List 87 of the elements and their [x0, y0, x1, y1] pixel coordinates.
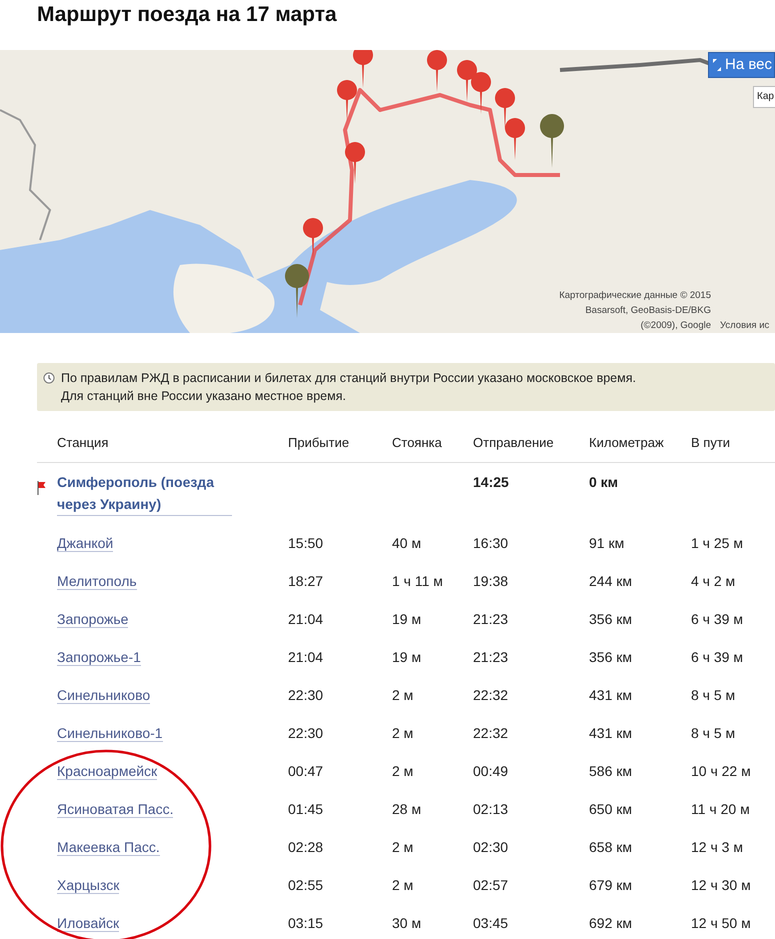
map-attribution: Basarsoft, GeoBasis-DE/BKG [585, 304, 711, 318]
clock-icon [43, 372, 55, 384]
table-cell: 4 ч 2 м [691, 573, 736, 589]
column-header: В пути [691, 434, 732, 452]
notice-text: Для станций вне России указано местное время. [61, 388, 347, 405]
table-cell: 02:55 [288, 877, 324, 893]
notice-text: По правилам РЖД в расписании и билетах для станций внутри России указано московское время. [61, 370, 636, 387]
table-cell: 03:45 [473, 915, 508, 931]
table-cell: 00:49 [473, 763, 508, 779]
table-cell: 21:23 [473, 611, 508, 627]
table-cell: 12 ч 3 м [691, 839, 743, 855]
terms-link[interactable]: Условия ис [720, 318, 770, 333]
table-cell: 15:50 [288, 535, 324, 551]
table-cell: 18:27 [288, 573, 324, 589]
table-cell: 2 м [392, 725, 414, 741]
table-cell: 21:23 [473, 649, 508, 665]
table-cell: 8 ч 5 м [691, 687, 736, 703]
table-cell: 1 ч 25 м [691, 535, 743, 551]
table-cell: 28 м [392, 801, 422, 817]
table-cell: 6 ч 39 м [691, 611, 743, 627]
station-link[interactable]: Мелитополь [57, 573, 137, 590]
table-cell: 0 км [589, 474, 618, 490]
column-header: Стоянка [392, 434, 443, 452]
table-cell: 2 м [392, 877, 414, 893]
station-link[interactable]: Симферополь (поезда через Украину) [57, 471, 232, 516]
table-cell: 586 км [589, 763, 632, 779]
station-link[interactable]: Запорожье [57, 611, 128, 628]
table-cell: 244 км [589, 573, 632, 589]
table-cell: 19 м [392, 611, 422, 627]
table-cell: 22:32 [473, 725, 508, 741]
station-link[interactable]: Ясиноватая Пасс. [57, 801, 174, 818]
table-cell: 658 км [589, 839, 632, 855]
flag-icon [37, 481, 46, 495]
station-link[interactable]: Синельниково-1 [57, 725, 163, 742]
fullscreen-button[interactable]: На вес [708, 52, 775, 78]
station-link[interactable]: Запорожье-1 [57, 649, 141, 666]
table-cell: 10 ч 22 м [691, 763, 751, 779]
table-cell: 00:47 [288, 763, 324, 779]
table-cell: 40 м [392, 535, 422, 551]
station-link[interactable]: Иловайск [57, 915, 120, 932]
table-cell: 02:28 [288, 839, 324, 855]
table-cell: 431 км [589, 687, 632, 703]
table-cell: 02:13 [473, 801, 508, 817]
table-cell: 02:57 [473, 877, 508, 893]
table-cell: 8 ч 5 м [691, 725, 736, 741]
column-header: Прибытие [288, 434, 350, 452]
table-cell: 16:30 [473, 535, 508, 551]
table-cell: 12 ч 30 м [691, 877, 751, 893]
table-cell: 650 км [589, 801, 632, 817]
table-cell: 692 км [589, 915, 632, 931]
table-cell: 679 км [589, 877, 632, 893]
station-link[interactable]: Харцызск [57, 877, 120, 894]
table-cell: 431 км [589, 725, 632, 741]
table-cell: 1 ч 11 м [392, 573, 443, 589]
page-title: Маршрут поезда на 17 марта [37, 2, 338, 28]
map-attribution: (©2009), Google [640, 319, 711, 333]
table-cell: 01:45 [288, 801, 324, 817]
table-cell: 02:30 [473, 839, 508, 855]
table-cell: 11 ч 20 м [691, 801, 750, 817]
table-cell: 30 м [392, 915, 422, 931]
map-type-button[interactable]: Кар [753, 86, 775, 108]
table-cell: 14:25 [473, 474, 509, 490]
table-cell: 22:30 [288, 687, 324, 703]
column-header: Станция [57, 434, 110, 452]
expand-icon [712, 58, 722, 72]
table-cell: 21:04 [288, 611, 324, 627]
column-header: Отправление [473, 434, 555, 452]
table-cell: 21:04 [288, 649, 324, 665]
table-cell: 19:38 [473, 573, 508, 589]
station-link[interactable]: Джанкой [57, 535, 114, 552]
station-link[interactable]: Красноармейск [57, 763, 158, 780]
station-link[interactable]: Макеевка Пасс. [57, 839, 160, 856]
table-cell: 2 м [392, 687, 414, 703]
table-cell: 356 км [589, 611, 632, 627]
table-cell: 6 ч 39 м [691, 649, 743, 665]
table-cell: 356 км [589, 649, 632, 665]
map-attribution: Картографические данные © 2015 [559, 289, 711, 303]
table-cell: 91 км [589, 535, 624, 551]
station-link[interactable]: Синельниково [57, 687, 150, 704]
table-cell: 2 м [392, 763, 414, 779]
table-cell: 22:30 [288, 725, 324, 741]
table-cell: 12 ч 50 м [691, 915, 751, 931]
table-cell: 2 м [392, 839, 414, 855]
column-header: Километраж [589, 434, 665, 452]
table-cell: 03:15 [288, 915, 324, 931]
table-cell: 22:32 [473, 687, 508, 703]
table-cell: 19 м [392, 649, 422, 665]
